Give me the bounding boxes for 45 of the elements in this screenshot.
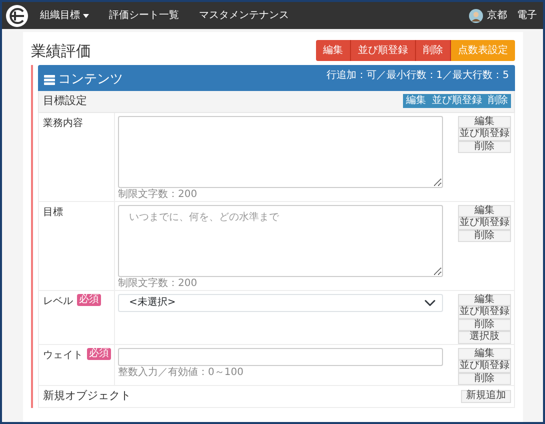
row-limit-info: 行追加：可／最小行数：1／最大行数：5 bbox=[326, 68, 509, 83]
field-hint: 制限文字数：200 bbox=[118, 278, 198, 288]
menu-dropdown[interactable]: 組織目標 bbox=[32, 8, 97, 23]
field-action-button[interactable]: 並び順登録 bbox=[458, 306, 511, 318]
user-name[interactable]: 京都 電子 bbox=[487, 8, 537, 23]
nav-link[interactable]: 評価シート一覧 bbox=[101, 8, 187, 23]
add-new-button[interactable]: 新規追加 bbox=[461, 390, 511, 402]
required-badge: 必須 bbox=[77, 294, 101, 306]
field-hint: 制限文字数：200 bbox=[118, 188, 198, 200]
action-button[interactable]: 並び順登録 bbox=[351, 40, 416, 61]
field-label: 業務内容 bbox=[43, 116, 83, 130]
required-badge: 必須 bbox=[87, 348, 111, 360]
nav-link[interactable]: マスタメンテナンス bbox=[191, 8, 297, 23]
field-label: ウェイト bbox=[43, 348, 83, 362]
field-action-button[interactable]: 並び順登録 bbox=[458, 360, 511, 372]
field-action-button[interactable]: 編集 bbox=[458, 294, 511, 306]
caret-icon bbox=[83, 14, 89, 18]
logo-icon[interactable] bbox=[6, 4, 28, 26]
new-object-label: 新規オブジェクト bbox=[43, 388, 131, 404]
field-action-button[interactable]: 削除 bbox=[458, 318, 511, 331]
section-action-button[interactable]: 削除 bbox=[485, 94, 511, 108]
panel-title: コンテンツ bbox=[58, 70, 123, 89]
action-button[interactable]: 削除 bbox=[416, 40, 451, 61]
section-action-button[interactable]: 並び順登録 bbox=[429, 94, 485, 108]
page-title: 業績評価 bbox=[31, 42, 91, 60]
field-label: 目標 bbox=[43, 206, 63, 220]
field-action-button[interactable]: 編集 bbox=[458, 116, 511, 128]
list-icon bbox=[44, 74, 55, 84]
input-field[interactable] bbox=[118, 348, 443, 366]
field-action-button[interactable]: 並び順登録 bbox=[458, 217, 511, 230]
field-action-button[interactable]: 削除 bbox=[458, 372, 511, 385]
field-label: レベル bbox=[43, 294, 73, 308]
field-action-button[interactable]: 削除 bbox=[458, 140, 511, 153]
avatar-icon[interactable] bbox=[469, 8, 483, 22]
field-action-button[interactable]: 編集 bbox=[458, 348, 511, 360]
section-title: 目標設定 bbox=[43, 93, 87, 109]
field-action-button[interactable]: 編集 bbox=[458, 204, 511, 217]
action-button[interactable]: 編集 bbox=[316, 40, 351, 61]
dropdown-field[interactable]: <未選択> bbox=[118, 294, 443, 312]
field-action-button[interactable]: 選択肢 bbox=[458, 331, 511, 344]
section-action-button[interactable]: 編集 bbox=[403, 94, 429, 108]
text-area[interactable]: いつまでに、何を、どの水準まで bbox=[118, 204, 443, 276]
field-hint: 整数入力／有効値：0～100 bbox=[118, 366, 244, 378]
field-action-button[interactable]: 削除 bbox=[458, 230, 511, 242]
field-action-button[interactable]: 並び順登録 bbox=[458, 128, 511, 140]
